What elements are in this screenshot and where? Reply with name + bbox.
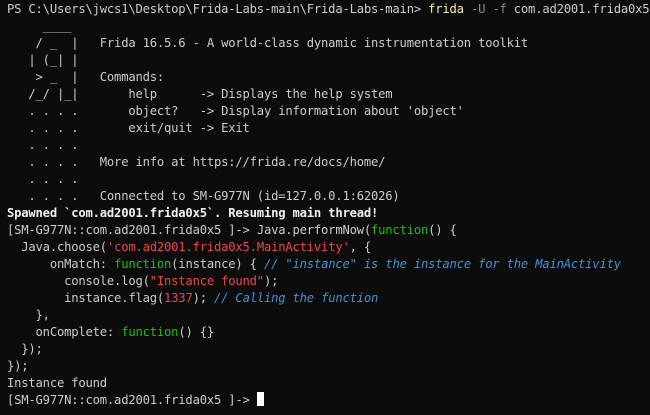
banner-text: More info at https://frida.re/docs/home/ <box>78 155 386 169</box>
banner-line: > _ | Commands: <box>7 69 650 86</box>
code-line: }, <box>7 307 650 324</box>
banner-art: /_/ |_| <box>7 87 79 101</box>
banner-line: | (_| | <box>7 52 650 69</box>
banner-line: . . . . <box>7 137 650 154</box>
active-prompt-line[interactable]: [SM-G977N::com.ad2001.frida0x5 ]-> <box>7 392 650 409</box>
code-keyword: function <box>114 257 172 271</box>
banner-art: / _ | <box>7 36 79 50</box>
code-text: console.log( <box>7 274 150 288</box>
code-line: Java.choose('com.ad2001.frida0x5.MainAct… <box>7 239 650 256</box>
banner-art: . . . . <box>7 121 79 135</box>
powershell-prompt-line: PS C:\Users\jwcs1\Desktop\Frida-Labs-mai… <box>7 1 650 18</box>
terminal-window[interactable]: PS C:\Users\jwcs1\Desktop\Frida-Labs-mai… <box>0 0 650 415</box>
code-line: [SM-G977N::com.ad2001.frida0x5 ]-> Java.… <box>7 222 650 239</box>
code-line: }); <box>7 341 650 358</box>
banner-text: Connected to SM-G977N (id=127.0.0.1:6202… <box>78 189 400 203</box>
command-package-arg: com.ad2001.frida0x5 <box>513 2 650 16</box>
banner-line: . . . . object? -> Display information a… <box>7 103 650 120</box>
banner-line: / _ | Frida 16.5.6 - A world-class dynam… <box>7 35 650 52</box>
banner-art: > _ | <box>7 70 79 84</box>
code-string: "Instance found" <box>149 274 264 288</box>
code-number: 1337 <box>164 291 193 305</box>
code-keyword: function <box>371 223 429 237</box>
code-line: console.log("Instance found"); <box>7 273 650 290</box>
code-text: () {} <box>178 325 214 339</box>
code-comment: // "instance" is the instance for the Ma… <box>263 257 621 271</box>
banner-art: . . . . <box>7 155 79 169</box>
code-string: 'com.ad2001.frida0x5.MainActivity' <box>106 240 350 254</box>
code-line: onMatch: function(instance) { // "instan… <box>7 256 650 273</box>
code-text: instance.flag( <box>7 291 165 305</box>
repl-prompt: [SM-G977N::com.ad2001.frida0x5 ]-> <box>7 223 257 237</box>
code-text: () { <box>428 223 457 237</box>
script-output: Instance found <box>7 376 107 390</box>
code-line: instance.flag(1337); // Calling the func… <box>7 290 650 307</box>
command-name: frida <box>428 2 464 16</box>
code-text: onComplete: <box>7 325 122 339</box>
repl-prompt: [SM-G977N::com.ad2001.frida0x5 ]-> <box>7 393 257 407</box>
banner-line: . . . . Connected to SM-G977N (id=127.0.… <box>7 188 650 205</box>
code-keyword: function <box>121 325 179 339</box>
code-comment: // Calling the function <box>214 291 379 305</box>
banner-text: exit/quit -> Exit <box>78 121 250 135</box>
banner-line: . . . . exit/quit -> Exit <box>7 120 650 137</box>
banner-text: Commands: <box>78 70 165 84</box>
code-text: }, <box>7 308 50 322</box>
banner-line: . . . . More info at https://frida.re/do… <box>7 154 650 171</box>
banner-text: object? -> Display information about 'ob… <box>78 104 464 118</box>
code-text: Java.choose( <box>7 240 107 254</box>
banner-text: help -> Displays the help system <box>78 87 393 101</box>
banner-text: Frida 16.5.6 - A world-class dynamic ins… <box>78 36 529 50</box>
code-text: (instance) { <box>171 257 264 271</box>
code-text: ); <box>263 274 279 288</box>
spawned-message: Spawned `com.ad2001.frida0x5`. Resuming … <box>7 206 379 220</box>
banner-art: . . . . <box>7 172 79 186</box>
banner-art: | (_| | <box>7 53 79 67</box>
prompt-path: PS C:\Users\jwcs1\Desktop\Frida-Labs-mai… <box>7 2 429 16</box>
text-cursor[interactable] <box>256 392 264 406</box>
command-flags: -U -f <box>463 2 514 16</box>
code-text: onMatch: <box>7 257 115 271</box>
code-text: Java.performNow( <box>256 223 372 237</box>
code-line: onComplete: function() {} <box>7 324 650 341</box>
banner-line: . . . . <box>7 171 650 188</box>
code-text: ); <box>192 291 215 305</box>
banner-line: ____ <box>7 18 650 35</box>
banner-line: /_/ |_| help -> Displays the help system <box>7 86 650 103</box>
code-text: , { <box>349 240 372 254</box>
code-text: }); <box>7 342 43 356</box>
banner-art: . . . . <box>7 138 79 152</box>
banner-art: . . . . <box>7 189 79 203</box>
banner-art: ____ <box>7 19 72 33</box>
code-line: }); <box>7 358 650 375</box>
code-text: }); <box>7 359 29 373</box>
banner-art: . . . . <box>7 104 79 118</box>
